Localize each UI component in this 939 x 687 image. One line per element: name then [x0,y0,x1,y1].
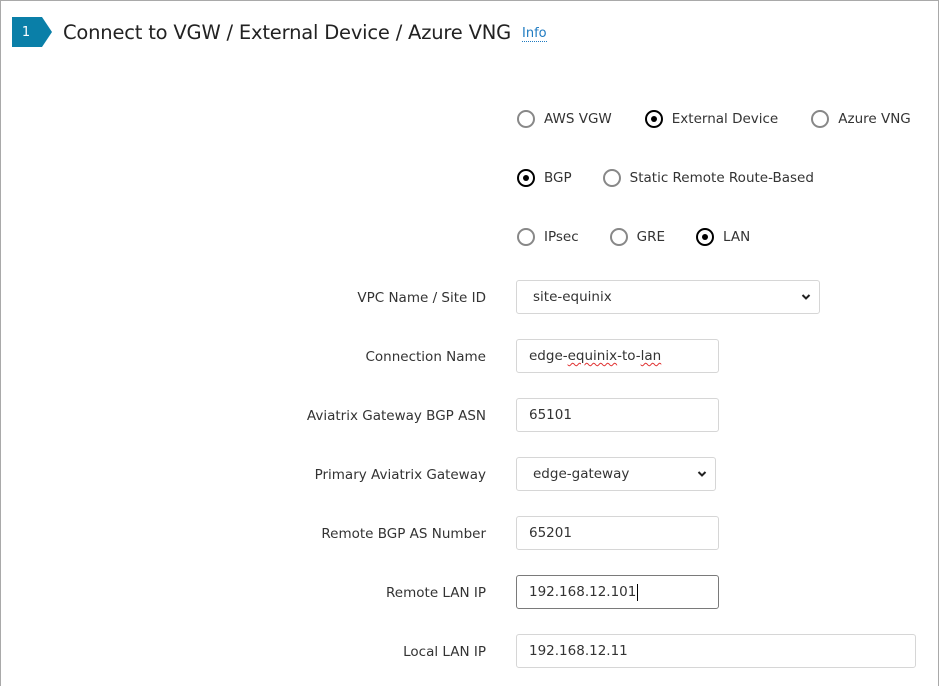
section-title: Connect to VGW / External Device / Azure… [63,20,512,44]
vpc-name-label: VPC Name / Site ID [357,290,486,306]
connection-name-input[interactable]: edge-equinix -to-lan [516,339,719,373]
primary-gateway-label: Primary Aviatrix Gateway [314,467,486,483]
gateway-bgp-asn-label: Aviatrix Gateway BGP ASN [306,408,486,424]
info-link[interactable]: Info [522,27,547,42]
chevron-down-icon [697,471,707,477]
remote-bgp-as-value: 65201 [529,525,572,541]
local-lan-ip-label: Local LAN IP [403,644,486,660]
gateway-bgp-asn-value: 65101 [529,407,572,423]
radio-bgp[interactable]: BGP [517,169,572,187]
remote-lan-ip-value: 192.168.12.101 [529,584,637,600]
primary-gateway-select[interactable]: edge-gateway [516,457,716,491]
text-part-misspelled: lan [640,348,662,364]
connection-name-row: Connection Name edge-equinix -to-lan [1,339,939,375]
radio-ipsec[interactable]: IPsec [517,228,579,246]
remote-bgp-as-label: Remote BGP AS Number [321,526,486,542]
vpc-name-select[interactable]: site-equinix [516,280,820,314]
radio-label: BGP [544,170,572,186]
primary-gateway-row: Primary Aviatrix Gateway edge-gateway [1,457,939,493]
vpc-name-row: VPC Name / Site ID site-equinix [1,280,939,316]
routing-radio-group: BGP Static Remote Route-Based [517,168,814,188]
connection-name-label: Connection Name [365,349,486,365]
tunnel-type-radio-group: IPsec GRE LAN [517,227,750,247]
radio-aws-vgw[interactable]: AWS VGW [517,110,612,128]
local-lan-ip-input[interactable]: 192.168.12.11 [516,634,916,668]
radio-circle-icon [602,169,621,187]
gateway-bgp-asn-row: Aviatrix Gateway BGP ASN 65101 [1,398,939,434]
gateway-bgp-asn-input[interactable]: 65101 [516,398,719,432]
radio-label: AWS VGW [544,111,612,127]
radio-azure-vng[interactable]: Azure VNG [811,110,911,128]
primary-gateway-value: edge-gateway [533,466,630,482]
radio-checked-icon [696,228,715,246]
radio-label: Azure VNG [838,111,911,127]
radio-label: IPsec [544,229,579,245]
remote-lan-ip-label: Remote LAN IP [386,585,486,601]
text-part: edge- [529,348,568,364]
radio-label: Static Remote Route-Based [629,170,814,186]
radio-circle-icon [811,110,830,128]
step-number: 1 [21,24,31,40]
radio-checked-icon [517,169,535,187]
radio-static-remote-route-based[interactable]: Static Remote Route-Based [602,169,814,187]
radio-label: GRE [636,229,666,245]
remote-bgp-as-row: Remote BGP AS Number 65201 [1,516,939,552]
radio-circle-icon [517,110,535,128]
radio-circle-icon [609,228,628,246]
radio-gre[interactable]: GRE [609,228,666,246]
local-lan-ip-row: Local LAN IP 192.168.12.11 [1,634,939,670]
text-caret [637,583,639,601]
remote-lan-ip-input[interactable]: 192.168.12.101 [516,575,719,609]
local-lan-ip-value: 192.168.12.11 [529,643,628,659]
target-type-radio-group: AWS VGW External Device Azure VNG [517,109,911,129]
step-badge: 1 [12,17,52,47]
chevron-down-icon [801,294,811,300]
radio-label: LAN [723,229,751,245]
text-part: -to- [617,348,641,364]
remote-lan-ip-row: Remote LAN IP 192.168.12.101 [1,575,939,611]
radio-lan[interactable]: LAN [696,228,750,246]
radio-external-device[interactable]: External Device [644,110,779,128]
radio-circle-icon [517,228,535,246]
text-part-misspelled: equinix [567,348,618,364]
connection-form-panel: 1 Connect to VGW / External Device / Azu… [0,0,939,686]
radio-checked-icon [644,110,663,128]
vpc-name-value: site-equinix [533,289,612,305]
section-header: 1 Connect to VGW / External Device / Azu… [12,17,547,47]
remote-bgp-as-input[interactable]: 65201 [516,516,719,550]
radio-label: External Device [671,111,779,127]
